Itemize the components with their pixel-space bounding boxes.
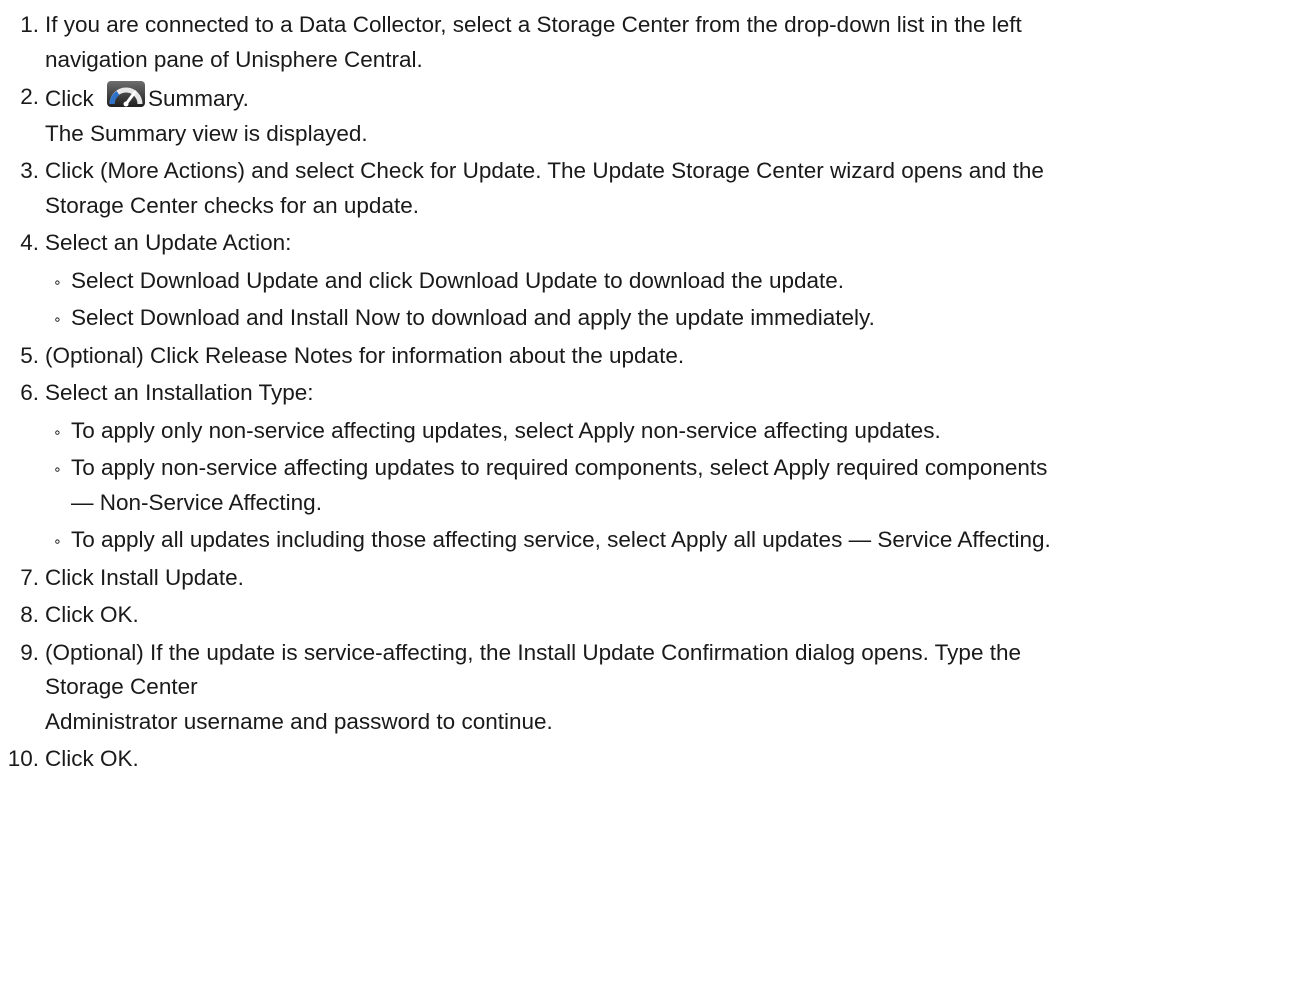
step-10: 10. Click OK. (0, 742, 1315, 777)
step-text: Click OK. (45, 602, 139, 627)
step-text: (Optional) Click Release Notes for infor… (45, 342, 685, 368)
step-5: 5. (Optional) Click Release Notes for in… (0, 339, 1315, 374)
step-6: 6. Select an Installation Type: (0, 376, 1315, 411)
step-number: 7. (20, 564, 39, 590)
step-8: 8. Click OK. (0, 598, 1315, 633)
step-text-with-icon: Click Summary. (45, 80, 1315, 117)
step-6-option-3: ∘ To apply all updates including those a… (0, 523, 1315, 558)
step-number: 1. (20, 12, 39, 37)
bullet-icon: ∘ (53, 273, 62, 290)
step-result-text: The Summary view is displayed. (45, 120, 368, 146)
bullet-icon: ∘ (53, 311, 62, 327)
step-number: 10. (7, 746, 39, 771)
option-text: To apply all updates including those aff… (71, 527, 1051, 552)
step-2: 2. Click Summary. The Summary view is di… (0, 80, 1315, 151)
bullet-icon: ∘ (53, 423, 62, 440)
step-text: Select an Installation Type: (45, 380, 314, 405)
step-number: 5. (20, 342, 39, 368)
step-4-option-1: ∘ Select Download Update and click Downl… (0, 264, 1315, 299)
procedure-steps: 1. If you are connected to a Data Collec… (0, 8, 1315, 780)
step-text: Click OK. (45, 746, 139, 771)
step-4-option-2: ∘ Select Download and Install Now to dow… (0, 301, 1315, 336)
option-text: Select Download and Install Now to downl… (71, 305, 875, 330)
bullet-icon: ∘ (53, 533, 62, 549)
step-1: 1. If you are connected to a Data Collec… (0, 8, 1315, 77)
step-text: Click Install Update. (45, 564, 244, 590)
step-6-option-1: ∘ To apply only non-service affecting up… (0, 414, 1315, 449)
option-text: To apply only non-service affecting upda… (71, 417, 941, 443)
step-text: Click (45, 86, 100, 111)
step-text: Summary. (148, 86, 249, 111)
step-7: 7. Click Install Update. (0, 561, 1315, 596)
step-text: Storage Center (45, 674, 198, 699)
step-number: 3. (20, 158, 39, 183)
step-number: 8. (20, 602, 39, 627)
step-text: navigation pane of Unisphere Central. (45, 46, 423, 72)
step-number: 6. (20, 380, 39, 405)
summary-gauge-icon (106, 80, 146, 108)
step-number: 4. (20, 230, 39, 255)
step-number: 2. (20, 84, 39, 109)
bullet-icon: ∘ (53, 461, 62, 477)
option-text: Select Download Update and click Downloa… (71, 267, 845, 293)
step-text: Select an Update Action: (45, 230, 292, 255)
step-number: 9. (20, 639, 39, 665)
option-text: To apply non-service affecting updates t… (71, 455, 1048, 480)
step-text: (Optional) If the update is service-affe… (45, 639, 1021, 665)
step-9: 9. (Optional) If the update is service-a… (0, 636, 1315, 740)
step-4: 4. Select an Update Action: (0, 226, 1315, 261)
option-text: — Non-Service Affecting. (71, 489, 322, 515)
step-text: Click (More Actions) and select Check fo… (45, 158, 1044, 183)
step-3: 3. Click (More Actions) and select Check… (0, 154, 1315, 223)
step-text: If you are connected to a Data Collector… (45, 12, 1022, 37)
step-6-option-2: ∘ To apply non-service affecting updates… (0, 451, 1315, 520)
step-text: Administrator username and password to c… (45, 708, 553, 734)
step-text: Storage Center checks for an update. (45, 192, 419, 218)
